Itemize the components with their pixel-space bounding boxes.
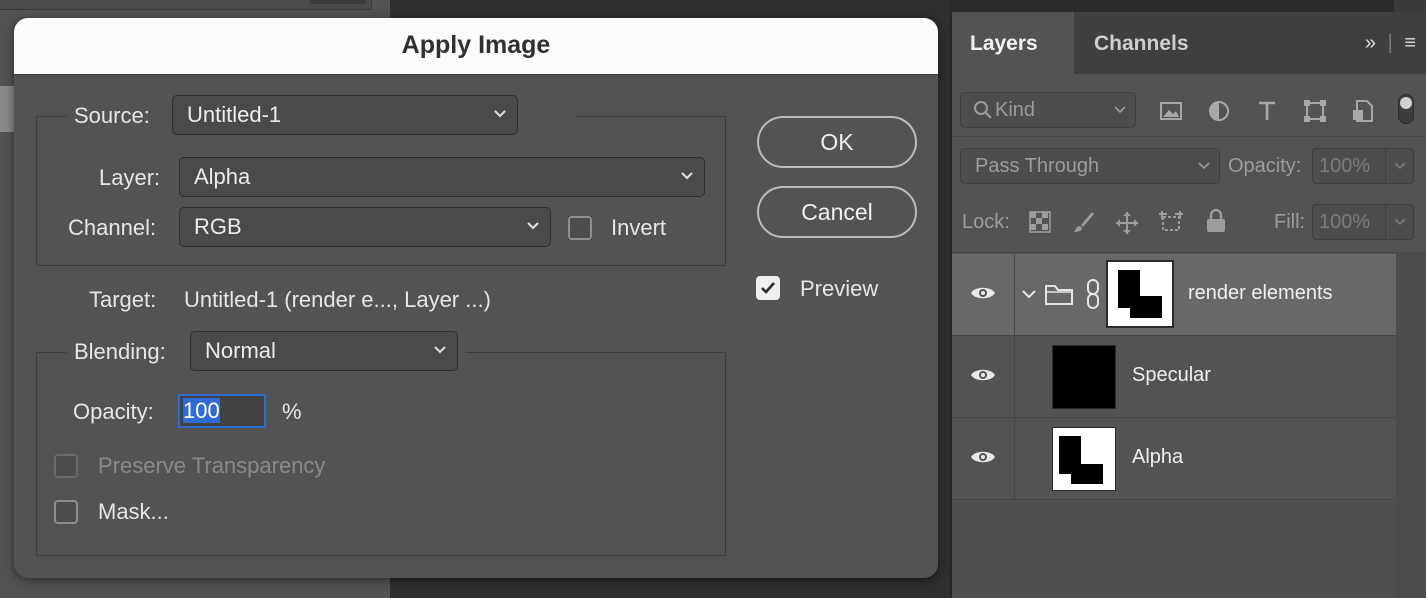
layers-scrollbar-track[interactable] bbox=[1396, 252, 1426, 598]
channel-label: Channel: bbox=[68, 215, 157, 240]
layer-value: Alpha bbox=[194, 164, 251, 189]
chevron-down-icon bbox=[433, 332, 447, 355]
opacity-value: 100 bbox=[183, 398, 220, 423]
chevron-down-icon bbox=[680, 158, 694, 181]
chevron-down-icon[interactable] bbox=[1020, 287, 1038, 301]
chevron-down-icon bbox=[1113, 93, 1127, 115]
source-label: Source: bbox=[74, 103, 150, 128]
separator: | bbox=[1387, 32, 1393, 54]
layer-name: render elements bbox=[1188, 282, 1333, 304]
preview-label: Preview bbox=[800, 276, 879, 301]
target-value: Untitled-1 (render e..., Layer ...) bbox=[184, 287, 491, 312]
source-value: Untitled-1 bbox=[187, 102, 282, 127]
visibility-eye-icon[interactable] bbox=[970, 448, 996, 466]
lock-all-icon[interactable] bbox=[1204, 208, 1228, 234]
fill-label: Fill: bbox=[1274, 211, 1306, 233]
mask-checkbox[interactable] bbox=[54, 500, 78, 524]
layers-empty-area bbox=[952, 502, 1396, 598]
workspace-right-strip bbox=[1394, 0, 1426, 12]
visibility-eye-icon[interactable] bbox=[970, 284, 996, 302]
panel-menu[interactable]: » | ≡ bbox=[1365, 32, 1416, 55]
blend-mode-value: Pass Through bbox=[975, 155, 1100, 177]
adjustment-filter-icon[interactable] bbox=[1206, 98, 1232, 124]
divider bbox=[952, 252, 1426, 253]
layer-thumbnail-image bbox=[1059, 436, 1103, 484]
layer-label: Layer: bbox=[99, 165, 161, 190]
layer-name: Specular bbox=[1132, 364, 1211, 386]
workspace-left-strip bbox=[0, 86, 14, 132]
divider bbox=[952, 136, 1426, 137]
channel-value: RGB bbox=[194, 214, 242, 239]
layer-opacity-input[interactable]: 100% bbox=[1312, 148, 1414, 184]
tab-channels[interactable]: Channels bbox=[1076, 12, 1189, 74]
eye-column-divider bbox=[1014, 336, 1015, 418]
tab-layers[interactable]: Layers bbox=[952, 12, 1074, 74]
lock-position-icon[interactable] bbox=[1114, 210, 1140, 236]
opacity-label-panel: Opacity: bbox=[1228, 155, 1302, 177]
checkmark-icon bbox=[761, 282, 775, 294]
chevron-down-icon[interactable] bbox=[1385, 149, 1413, 183]
apply-image-dialog: Apply Image Source: Untitled-1 Layer: Al… bbox=[14, 18, 938, 578]
layer-select[interactable]: Alpha bbox=[179, 157, 705, 197]
invert-label: Invert bbox=[611, 215, 667, 240]
channel-select[interactable]: RGB bbox=[179, 207, 551, 247]
lock-image-pixels-icon[interactable] bbox=[1072, 210, 1096, 234]
layers-panel: Layers Channels » | ≡ Kind Pass Through … bbox=[950, 12, 1426, 598]
eye-column-divider bbox=[1014, 418, 1015, 500]
visibility-eye-icon[interactable] bbox=[970, 366, 996, 384]
mask-label: Mask... bbox=[98, 499, 169, 524]
filter-toggle[interactable] bbox=[1398, 94, 1414, 124]
collapse-icon[interactable]: » bbox=[1365, 32, 1376, 54]
lock-label: Lock: bbox=[962, 211, 1010, 233]
eye-column-divider bbox=[1014, 254, 1015, 336]
image-filter-icon[interactable] bbox=[1158, 98, 1184, 124]
blending-value: Normal bbox=[205, 338, 276, 363]
preserve-transparency-checkbox[interactable] bbox=[54, 454, 78, 478]
lock-artboard-icon[interactable] bbox=[1158, 210, 1184, 236]
chevron-down-icon bbox=[493, 96, 507, 119]
search-icon bbox=[974, 101, 992, 119]
blend-mode-select[interactable]: Pass Through bbox=[960, 148, 1220, 184]
chevron-down-icon[interactable] bbox=[1385, 205, 1413, 239]
layer-row-specular[interactable]: Specular bbox=[952, 336, 1396, 418]
shape-filter-icon[interactable] bbox=[1302, 98, 1328, 124]
type-filter-icon[interactable] bbox=[1254, 98, 1280, 124]
lock-transparent-pixels-icon[interactable] bbox=[1028, 210, 1052, 234]
fill-input[interactable]: 100% bbox=[1312, 204, 1414, 240]
fill-value: 100% bbox=[1319, 211, 1371, 233]
mask-thumbnail[interactable] bbox=[1106, 260, 1174, 328]
preserve-transparency-label: Preserve Transparency bbox=[98, 453, 326, 478]
folder-icon bbox=[1045, 285, 1073, 305]
source-select[interactable]: Untitled-1 bbox=[172, 95, 518, 135]
dialog-title: Apply Image bbox=[14, 18, 938, 75]
opacity-unit: % bbox=[282, 399, 302, 424]
opacity-input[interactable]: 100 bbox=[178, 394, 266, 428]
layer-opacity-value: 100% bbox=[1319, 155, 1371, 177]
opacity-label: Opacity: bbox=[73, 399, 154, 424]
cancel-button[interactable]: Cancel bbox=[757, 186, 917, 238]
panel-tabs: Layers Channels » | ≡ bbox=[952, 12, 1426, 74]
invert-checkbox[interactable] bbox=[568, 216, 592, 240]
chevron-down-icon bbox=[526, 208, 540, 231]
layer-thumbnail[interactable] bbox=[1052, 427, 1116, 491]
layer-name: Alpha bbox=[1132, 446, 1184, 468]
blending-select[interactable]: Normal bbox=[190, 331, 458, 371]
filter-kind-select[interactable]: Kind bbox=[960, 92, 1136, 128]
filter-kind-label: Kind bbox=[995, 99, 1036, 121]
link-icon[interactable] bbox=[1084, 278, 1102, 310]
blending-label: Blending: bbox=[74, 339, 166, 364]
layer-thumbnail[interactable] bbox=[1052, 345, 1116, 409]
preview-checkbox[interactable] bbox=[756, 276, 780, 300]
layer-row-alpha[interactable]: Alpha bbox=[952, 418, 1396, 500]
workspace-scroll-knob bbox=[310, 0, 366, 4]
layer-row-render-elements[interactable]: render elements bbox=[952, 254, 1396, 336]
smart-object-filter-icon[interactable] bbox=[1350, 98, 1376, 124]
chevron-down-icon bbox=[1197, 149, 1211, 171]
target-label: Target: bbox=[89, 287, 157, 312]
filter-toggle-knob bbox=[1400, 97, 1412, 109]
menu-icon[interactable]: ≡ bbox=[1404, 32, 1416, 54]
mask-thumbnail-image bbox=[1118, 270, 1162, 318]
ok-button[interactable]: OK bbox=[757, 116, 917, 168]
